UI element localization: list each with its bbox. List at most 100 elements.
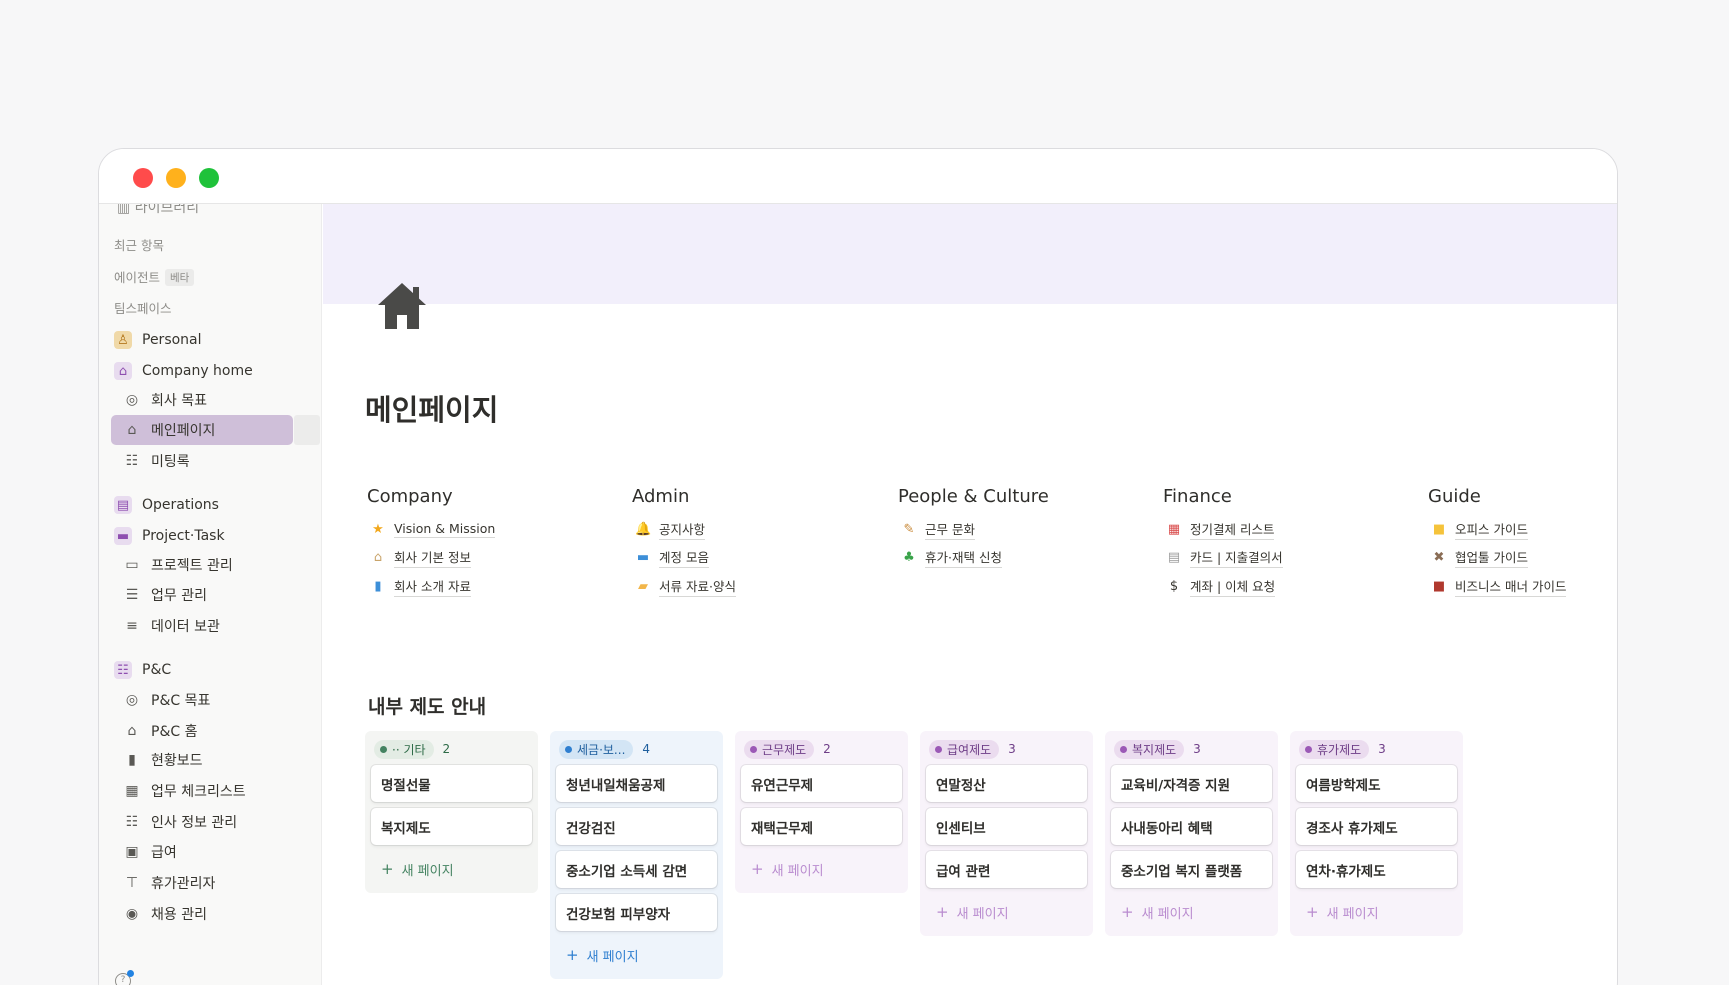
money-icon: ▣ xyxy=(125,844,139,860)
dot-icon xyxy=(1305,745,1312,753)
teamspace-section-label[interactable]: 팀스페이스 xyxy=(114,298,172,317)
sidebar-item[interactable]: ▮ 현황보드 xyxy=(111,745,311,775)
board-card[interactable]: 중소기업 복지 플랫폼 xyxy=(1111,851,1272,888)
target-icon: ◎ xyxy=(125,692,139,708)
recent-section-label[interactable]: 최근 항목 xyxy=(114,235,164,254)
agent-section-label[interactable]: 에이전트 베타 xyxy=(114,267,195,286)
new-page-button[interactable]: + 새 페이지 xyxy=(371,851,532,887)
sidebar-item[interactable]: ◎ P&C 목표 xyxy=(111,685,311,715)
board-title: 내부 제도 안내 xyxy=(368,696,487,718)
page-link[interactable]: ⌂ 회사 기본 정보 xyxy=(367,544,617,573)
board-card[interactable]: 명절선물 xyxy=(371,765,532,802)
board-card[interactable]: 급여 관련 xyxy=(926,851,1087,888)
close-window-button[interactable] xyxy=(133,168,153,188)
sidebar-item[interactable]: ◎ 회사 목표 xyxy=(111,385,311,415)
board-card[interactable]: 사내동아리 혜택 xyxy=(1111,808,1272,845)
palm-icon: ⊤ xyxy=(125,875,139,891)
board-card[interactable]: 여름방학제도 xyxy=(1296,765,1457,802)
plus-icon: + xyxy=(936,903,949,921)
house-icon[interactable] xyxy=(375,279,429,337)
board-card[interactable]: 복지제도 xyxy=(371,808,532,845)
board-card[interactable]: 건강보험 피부양자 xyxy=(556,894,717,931)
sidebar-item-label: 미팅록 xyxy=(151,454,190,470)
page-link[interactable]: ■ 비즈니스 매너 가이드 xyxy=(1428,572,1617,601)
page-link[interactable]: ♣ 휴가·재택 신청 xyxy=(898,544,1148,573)
new-page-button[interactable]: + 새 페이지 xyxy=(556,937,717,973)
board-card[interactable]: 중소기업 소득세 감면 xyxy=(556,851,717,888)
sidebar-item[interactable]: ♙ Personal xyxy=(111,325,311,355)
link-column: People & Culture ✎ 근무 문화 ♣ 휴가·재택 신청 xyxy=(898,486,1148,572)
help-icon[interactable]: ? xyxy=(115,970,134,985)
sidebar-item[interactable]: ▣ 급여 xyxy=(111,837,311,867)
page-link[interactable]: ✖ 협업툴 가이드 xyxy=(1428,544,1617,573)
page-link[interactable]: ▦ 정기결제 리스트 xyxy=(1163,515,1413,544)
page-link-label: 카드 | 지출결의서 xyxy=(1190,547,1283,569)
board-card[interactable]: 건강검진 xyxy=(556,808,717,845)
page-link[interactable]: ▰ 서류 자료·양식 xyxy=(632,572,882,601)
board-card[interactable]: 인센티브 xyxy=(926,808,1087,845)
board-card[interactable]: 연차·휴가제도 xyxy=(1296,851,1457,888)
page-link[interactable]: $ 계좌 | 이체 요청 xyxy=(1163,572,1413,601)
sidebar-item[interactable]: ▤ Operations xyxy=(111,490,311,520)
minimize-window-button[interactable] xyxy=(166,168,186,188)
sidebar-item[interactable]: ▬ Project·Task xyxy=(111,521,311,551)
group-header[interactable]: 급여제도 3 xyxy=(926,739,1087,759)
plus-icon: + xyxy=(1121,903,1134,921)
sidebar-item[interactable]: ⌂ Company home xyxy=(111,356,311,386)
database-icon: ≡ xyxy=(126,618,138,634)
sidebar-item[interactable]: ▭ 프로젝트 관리 xyxy=(111,550,311,580)
sidebar-item[interactable]: ⌂ P&C 홈 xyxy=(111,716,311,746)
sidebar-item[interactable]: ☷ P&C xyxy=(111,655,311,685)
page-link[interactable]: ▤ 카드 | 지출결의서 xyxy=(1163,544,1413,573)
page-link[interactable]: ★ Vision & Mission xyxy=(367,515,617,544)
page-link[interactable]: ✎ 근무 문화 xyxy=(898,515,1148,544)
page-link[interactable]: ▮ 회사 소개 자료 xyxy=(367,572,617,601)
sidebar-item-label: 프로젝트 관리 xyxy=(151,558,233,574)
page-link-label: 계정 모음 xyxy=(659,547,709,569)
sidebar-item-label: 현황보드 xyxy=(151,753,203,769)
group-header[interactable]: ·· 기타 2 xyxy=(371,739,532,759)
sidebar-item-label: Project·Task xyxy=(142,528,225,544)
board-card[interactable]: 청년내일채움공제 xyxy=(556,765,717,802)
house-icon: ⌂ xyxy=(127,723,137,739)
broom-icon: ✎ xyxy=(903,521,915,537)
page-link-label: 회사 소개 자료 xyxy=(394,576,471,597)
board-card[interactable]: 교육비/자격증 지원 xyxy=(1111,765,1272,802)
new-page-button[interactable]: + 새 페이지 xyxy=(1296,894,1457,930)
board-card[interactable]: 재택근무제 xyxy=(741,808,902,845)
sidebar-item[interactable]: ☷ 인사 정보 관리 xyxy=(111,807,311,837)
new-page-button[interactable]: + 새 페이지 xyxy=(1111,894,1272,930)
page-link[interactable]: ■ 오피스 가이드 xyxy=(1428,515,1617,544)
sidebar-item[interactable]: ◉ 채용 관리 xyxy=(111,899,311,929)
column-heading: People & Culture xyxy=(898,486,1049,507)
dot-icon xyxy=(750,745,757,753)
person-icon: ♙ xyxy=(114,331,132,349)
link-column: Admin 🔔 공지사항 ▬ 계정 모음 ▰ 서류 자료·양식 xyxy=(632,486,882,601)
page-link-label: Vision & Mission xyxy=(394,520,496,538)
new-page-button[interactable]: + 새 페이지 xyxy=(741,851,902,887)
group-header[interactable]: 휴가제도 3 xyxy=(1296,739,1457,759)
group-header[interactable]: 근무제도 2 xyxy=(741,739,902,759)
board-card[interactable]: 경조사 휴가제도 xyxy=(1296,808,1457,845)
sidebar-item-library[interactable]: ▥ 라이브러리 xyxy=(117,204,199,217)
sidebar-item[interactable]: ☷ 미팅록 xyxy=(111,446,311,476)
sidebar-item[interactable]: ⌂ 메인페이지 xyxy=(111,415,320,445)
sidebar-item[interactable]: ▦ 업무 체크리스트 xyxy=(111,776,311,806)
board-card[interactable]: 유연근무제 xyxy=(741,765,902,802)
group-tag-label: 급여제도 xyxy=(947,742,992,757)
new-page-button[interactable]: + 새 페이지 xyxy=(926,894,1087,930)
sidebar-item[interactable]: ⊤ 휴가관리자 xyxy=(111,868,311,898)
board-card[interactable]: 연말정산 xyxy=(926,765,1087,802)
page-link[interactable]: ▬ 계정 모음 xyxy=(632,544,882,573)
zoom-window-button[interactable] xyxy=(199,168,219,188)
group-header[interactable]: 세금·보... 4 xyxy=(556,739,717,759)
new-page-label: 새 페이지 xyxy=(771,863,824,879)
link-column: Guide ■ 오피스 가이드 ✖ 협업툴 가이드 ■ 비즈니스 매너 가이드 xyxy=(1428,486,1617,601)
group-header[interactable]: 복지제도 3 xyxy=(1111,739,1272,759)
group-count: 2 xyxy=(823,742,831,756)
group-count: 2 xyxy=(442,742,451,756)
sidebar-item[interactable]: ≡ 데이터 보관 xyxy=(111,611,311,641)
page-link[interactable]: 🔔 공지사항 xyxy=(632,515,882,544)
page-cover xyxy=(323,204,1617,304)
sidebar-item[interactable]: ☰ 업무 관리 xyxy=(111,580,311,610)
